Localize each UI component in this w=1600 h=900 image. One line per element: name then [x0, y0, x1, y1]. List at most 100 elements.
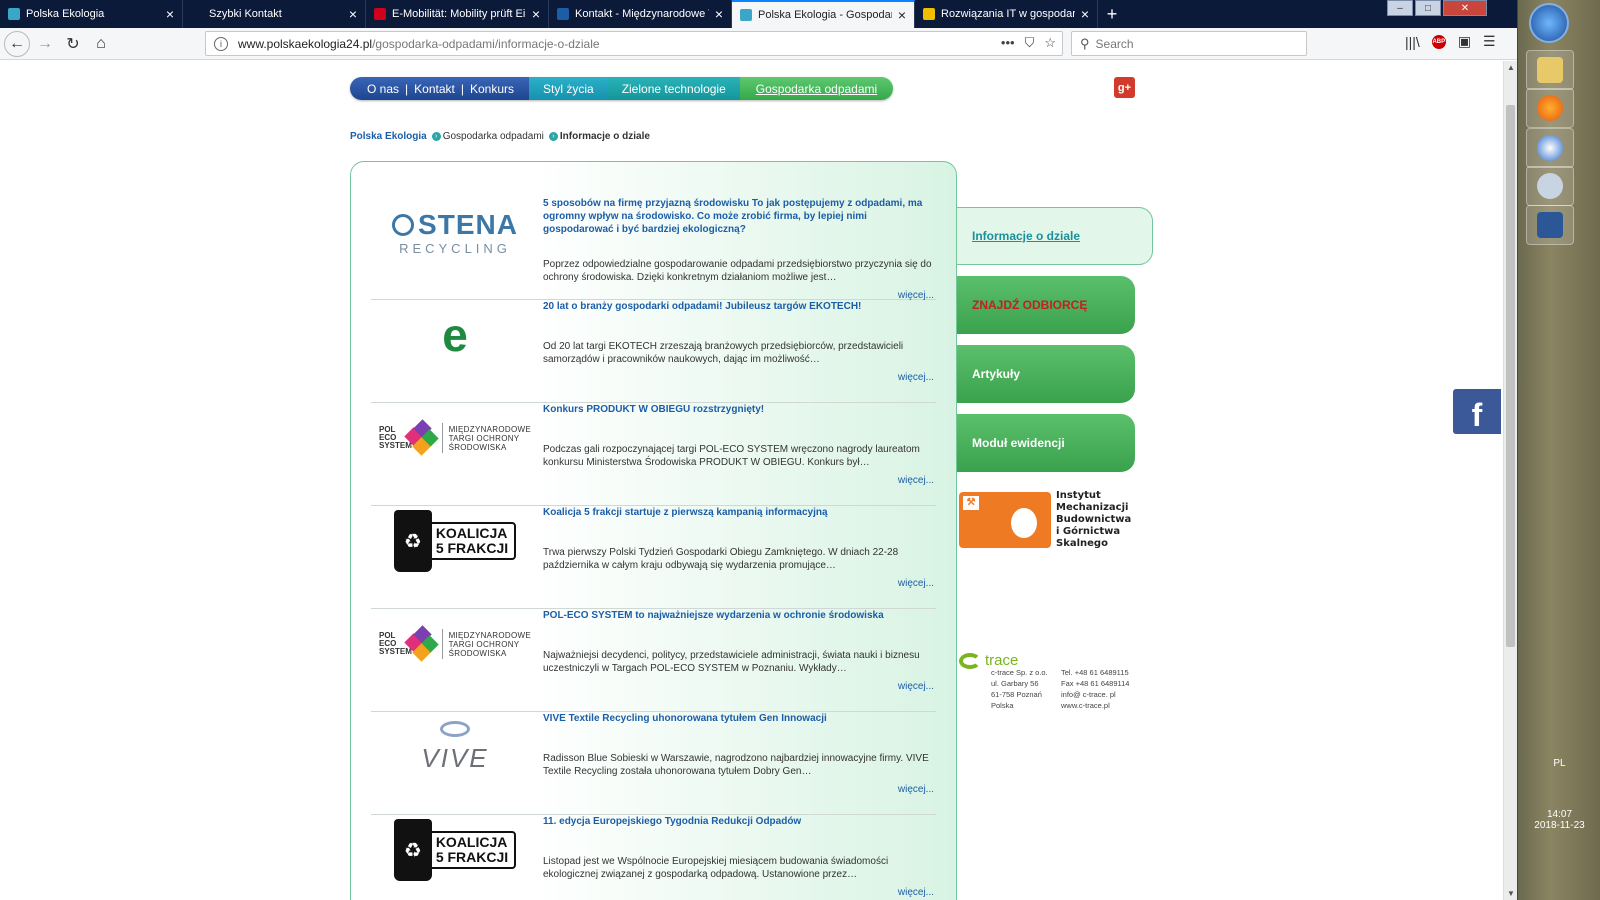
nav-kontakt[interactable]: Kontakt [414, 82, 455, 96]
article-list: STENA RECYCLING 5 sposobów na firmę przyja… [350, 161, 957, 900]
bookmark-star-icon[interactable]: ☆ [1044, 35, 1056, 51]
article-item: ♻ KOALICJA 5 FRAKCJI Koalicja 5 frakcji st… [371, 506, 936, 609]
side-menu-item[interactable]: Artykuły [957, 345, 1135, 403]
article-title[interactable]: POL-ECO SYSTEM to najważniejsze wydarzen… [543, 609, 938, 622]
browser-tab[interactable]: E-Mobilität: Mobility prüft Eins × [366, 0, 549, 28]
page-scrollbar[interactable]: ▲ ▼ [1503, 61, 1517, 900]
forward-icon[interactable]: → [32, 31, 58, 57]
taskbar-tool[interactable] [1526, 166, 1574, 206]
browser-tab[interactable]: Polska Ekologia × [0, 0, 183, 28]
reload-icon[interactable]: ↻ [60, 31, 86, 57]
imbgs-name: Instytut Mechanizacji Budownictwa i Górn… [1056, 490, 1132, 549]
browser-tab[interactable]: Polska Ekologia - Gospodarka o × [732, 0, 915, 28]
nav-styl-zycia[interactable]: Styl życia [529, 77, 608, 100]
nav-konkurs[interactable]: Konkurs [470, 82, 514, 96]
side-menu-item[interactable]: Informacje o dziale [957, 207, 1153, 265]
clock-date[interactable]: 2018-11-23 [1518, 820, 1600, 831]
ctrace-banner[interactable]: trace c-trace Sp. z o.o. ul. Garbary 56 … [957, 650, 1135, 715]
close-window-button[interactable]: ✕ [1443, 0, 1487, 16]
read-more-link[interactable]: więcej... [898, 887, 934, 898]
scrollbar-thumb[interactable] [1506, 105, 1515, 647]
menu-icon[interactable]: ☰ [1483, 33, 1496, 50]
vive-logo: VIVE [384, 714, 526, 780]
article-description: Listopad jest we Wspólnocie Europejskiej… [543, 856, 889, 880]
article-description: Poprzez odpowiedzialne gospodarowanie od… [543, 259, 932, 283]
ctrace-contact: Tel. +48 61 6489115 Fax +48 61 6489114 i… [1061, 668, 1130, 710]
article-logo[interactable]: VIVE [379, 712, 531, 782]
article-logo[interactable]: POL ECO SYSTEM MIĘDZYNARODOWE TARGI OCHRO… [379, 609, 531, 679]
google-plus-icon[interactable]: g+ [1114, 77, 1135, 98]
url-actions: ••• ⛉ ☆ [1001, 35, 1056, 51]
article-description: Podczas gali rozpoczynającej targi POL-E… [543, 444, 920, 468]
tab-close-icon[interactable]: × [166, 6, 174, 22]
read-more-link[interactable]: więcej... [898, 681, 934, 692]
adblock-icon[interactable]: ABP [1431, 34, 1446, 49]
start-button[interactable] [1529, 3, 1569, 43]
tab-title: Szybki Kontakt [209, 8, 282, 20]
site-info-icon[interactable]: i [214, 36, 228, 51]
article-title[interactable]: 11. edycja Europejskiego Tygodnia Redukc… [543, 815, 938, 828]
taskbar-explorer[interactable] [1526, 50, 1574, 90]
article-logo[interactable]: e [379, 300, 531, 370]
nav-o-nas[interactable]: O nas [367, 82, 399, 96]
sidebar-icon[interactable]: ▣ [1458, 33, 1471, 50]
new-tab-button[interactable]: + [1098, 0, 1126, 28]
article-description: Od 20 lat targi EKOTECH zrzeszają branżo… [543, 341, 904, 365]
breadcrumb-home[interactable]: Polska Ekologia [350, 131, 427, 142]
breadcrumb-arrow-icon: › [431, 132, 441, 141]
article-description: Radisson Blue Sobieski w Warszawie, nagr… [543, 753, 929, 777]
browser-tab[interactable]: Rozwiązania IT w gospodarce o × [915, 0, 1098, 28]
tab-favicon-icon [374, 8, 386, 20]
minimize-button[interactable]: – [1387, 0, 1413, 16]
side-menu-item[interactable]: Moduł ewidencji [957, 414, 1135, 472]
browser-tab[interactable]: Szybki Kontakt × [183, 0, 366, 28]
read-more-link[interactable]: więcej... [898, 475, 934, 486]
side-menu-item[interactable]: ZNAJDŹ ODBIORCĘ [957, 276, 1135, 334]
back-icon[interactable]: ← [4, 30, 30, 57]
site-nav: O nas | Kontakt | Konkurs Styl życia Zie… [350, 77, 894, 100]
home-icon[interactable]: ⌂ [88, 31, 114, 57]
article-title[interactable]: 5 sposobów na firmę przyjazną środowisku… [543, 197, 938, 236]
site-nav-group: O nas | Kontakt | Konkurs [350, 77, 529, 100]
page-actions-icon[interactable]: ••• [1001, 35, 1015, 51]
system-tray: PL 14:07 2018-11-23 [1518, 758, 1600, 831]
tab-favicon-icon [923, 8, 935, 20]
breadcrumb-arrow-icon: › [548, 132, 558, 141]
taskbar-thunderbird[interactable] [1526, 128, 1574, 168]
library-icon[interactable]: |||\ [1405, 34, 1420, 50]
article-title[interactable]: VIVE Textile Recycling uhonorowana tytuł… [543, 712, 938, 725]
article-item: ♻ KOALICJA 5 FRAKCJI 11. edycja Europejski… [371, 815, 936, 900]
ekotech-logo: e [420, 301, 490, 369]
nav-zielone-technologie[interactable]: Zielone technologie [607, 77, 740, 100]
nav-gospodarka-odpadami[interactable]: Gospodarka odpadami [739, 77, 894, 100]
imbgs-banner[interactable]: ⚒ Instytut Mechanizacji Budownictwa i Gó… [957, 484, 1135, 556]
browser-tab[interactable]: Kontakt - Międzynarodowe Tar × [549, 0, 732, 28]
scroll-down-icon[interactable]: ▼ [1507, 889, 1515, 898]
article-logo[interactable]: ♻ KOALICJA 5 FRAKCJI [379, 815, 531, 885]
url-bar[interactable]: i www.polskaekologia24.pl/gospodarka-odp… [205, 31, 1063, 56]
read-more-link[interactable]: więcej... [898, 784, 934, 795]
facebook-icon[interactable]: f [1453, 389, 1501, 434]
tab-close-icon[interactable]: × [532, 6, 540, 22]
article-title[interactable]: Konkurs PRODUKT W OBIEGU rozstrzygnięty! [543, 403, 938, 416]
tab-close-icon[interactable]: × [715, 6, 723, 22]
read-more-link[interactable]: więcej... [898, 578, 934, 589]
language-indicator[interactable]: PL [1518, 758, 1600, 769]
article-logo[interactable]: ♻ KOALICJA 5 FRAKCJI [379, 506, 531, 576]
tab-close-icon[interactable]: × [898, 7, 906, 23]
taskbar-word[interactable] [1526, 205, 1574, 245]
article-logo[interactable]: STENA RECYCLING [379, 197, 531, 267]
pocket-icon[interactable]: ⛉ [1025, 35, 1035, 51]
search-field[interactable]: ⚲ Search [1071, 31, 1307, 56]
tab-close-icon[interactable]: × [349, 6, 357, 22]
read-more-link[interactable]: więcej... [898, 372, 934, 383]
clock-time[interactable]: 14:07 [1518, 809, 1600, 820]
article-logo[interactable]: POL ECO SYSTEM MIĘDZYNARODOWE TARGI OCHRO… [379, 403, 531, 473]
tab-close-icon[interactable]: × [1081, 6, 1089, 22]
article-title[interactable]: Koalicja 5 frakcji startuje z pierwszą k… [543, 506, 938, 519]
maximize-button[interactable]: □ [1415, 0, 1441, 16]
article-title[interactable]: 20 lat o branży gospodarki odpadami! Jub… [543, 300, 938, 313]
taskbar-firefox[interactable] [1526, 88, 1574, 128]
breadcrumb-section[interactable]: Gospodarka odpadami [443, 131, 544, 142]
scroll-up-icon[interactable]: ▲ [1507, 63, 1515, 72]
